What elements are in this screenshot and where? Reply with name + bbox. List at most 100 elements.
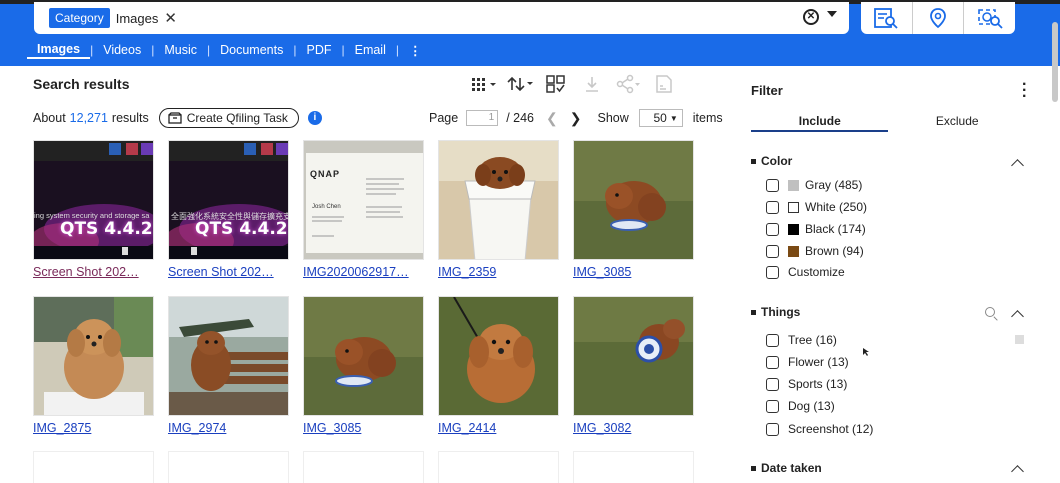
tile-caption[interactable]: Screen Shot 202… xyxy=(33,265,154,279)
remove-chip-icon[interactable]: ✕ xyxy=(164,9,177,27)
checkbox[interactable] xyxy=(766,399,779,413)
checkbox[interactable] xyxy=(766,200,779,214)
location-search-button[interactable] xyxy=(913,2,965,34)
collapse-date-icon[interactable] xyxy=(1011,465,1024,478)
tile-caption[interactable]: IMG_3082 xyxy=(573,421,694,435)
tile-caption[interactable]: IMG_3085 xyxy=(303,421,424,435)
things-option-tree[interactable]: Tree (16) xyxy=(766,332,837,348)
dog-photo-icon xyxy=(169,297,288,415)
things-option-screenshot[interactable]: Screenshot (12) xyxy=(766,421,873,437)
page-label: Page xyxy=(429,111,459,125)
select-button[interactable] xyxy=(538,72,574,96)
tile-caption[interactable]: IMG_2414 xyxy=(438,421,559,435)
tile-caption[interactable]: Screen Shot 202… xyxy=(168,265,289,279)
result-tile[interactable]: IMG_2359 xyxy=(438,140,559,279)
result-tile[interactable]: IMG_3082 xyxy=(573,296,694,435)
next-page-icon[interactable]: ❯ xyxy=(570,110,582,127)
checkbox[interactable] xyxy=(766,333,779,347)
advanced-search-button[interactable] xyxy=(861,2,913,34)
thumbnail[interactable]: QNAP Josh Chen xyxy=(303,140,424,260)
collapse-color-icon[interactable] xyxy=(1011,159,1024,172)
things-option-flower[interactable]: Flower (13) xyxy=(766,354,849,370)
tile-caption[interactable]: IMG_2875 xyxy=(33,421,154,435)
thumbnail[interactable]: QTS 4.4.2 ing system security and storag… xyxy=(33,140,154,260)
result-tile[interactable]: QNAP Josh Chen IMG2020062917… xyxy=(303,140,424,279)
select-all-icon xyxy=(546,75,565,93)
collapse-things-icon[interactable] xyxy=(1011,310,1024,323)
search-bar[interactable]: Category Images ✕ ✕ xyxy=(34,2,849,34)
info-icon[interactable]: i xyxy=(307,111,322,125)
nav-images[interactable]: Images xyxy=(27,42,91,59)
create-qfiling-task-button[interactable]: Create Qfiling Task xyxy=(158,108,299,128)
checkbox[interactable] xyxy=(766,178,779,192)
tile-caption[interactable]: IMG_2359 xyxy=(438,265,559,279)
thumbnail[interactable] xyxy=(573,296,694,416)
thumbnail[interactable] xyxy=(303,296,424,416)
show-label: Show xyxy=(597,111,629,125)
date-section-header[interactable]: Date taken xyxy=(751,461,822,475)
result-tile[interactable]: IMG_2875 xyxy=(33,296,154,435)
search-icon[interactable] xyxy=(985,307,995,317)
checkbox[interactable] xyxy=(766,244,779,258)
thumbnail[interactable] xyxy=(573,140,694,260)
color-option-white[interactable]: White (250) xyxy=(766,199,867,215)
face-search-button[interactable] xyxy=(964,2,1015,34)
nav-documents[interactable]: Documents xyxy=(210,43,293,57)
view-mode-button[interactable] xyxy=(466,72,502,96)
filter-more-icon[interactable]: · · · xyxy=(1022,77,1027,105)
dog-photo-icon xyxy=(439,141,558,259)
share-button[interactable] xyxy=(610,72,646,96)
checkbox[interactable] xyxy=(766,355,779,369)
color-option-brown[interactable]: Brown (94) xyxy=(766,243,864,259)
result-tile[interactable]: IMG_2414 xyxy=(438,296,559,435)
thumb-sub-text: ing system security and storage sa xyxy=(34,211,150,220)
tab-exclude[interactable]: Exclude xyxy=(889,114,1027,134)
thumb-title-text: QTS 4.4.2 xyxy=(60,219,153,239)
results-count: 12,271 xyxy=(69,111,108,125)
sort-button[interactable] xyxy=(502,72,538,96)
nav-videos[interactable]: Videos xyxy=(93,43,151,57)
nav-pdf[interactable]: PDF xyxy=(296,43,341,57)
color-section-header[interactable]: Color xyxy=(751,154,792,168)
tile-caption[interactable]: IMG2020062917… xyxy=(303,265,424,279)
tile-caption[interactable]: IMG_2974 xyxy=(168,421,289,435)
checkbox[interactable] xyxy=(766,265,779,279)
file-station-button[interactable] xyxy=(646,72,682,96)
result-tile[interactable]: IMG_3085 xyxy=(303,296,424,435)
color-option-gray[interactable]: Gray (485) xyxy=(766,177,862,193)
things-section-header[interactable]: Things xyxy=(751,305,800,319)
nav-email[interactable]: Email xyxy=(345,43,396,57)
thumbnail[interactable]: QTS 4.4.2 全面強化系統安全性與儲存擴充支 xyxy=(168,140,289,260)
result-tile[interactable]: QTS 4.4.2 全面強化系統安全性與儲存擴充支 Screen Shot 20… xyxy=(168,140,289,279)
clear-search-icon[interactable]: ✕ xyxy=(803,9,819,25)
thumbnail[interactable] xyxy=(168,296,289,416)
page-size-select[interactable]: 50 ▼ xyxy=(638,109,683,127)
page-number-input[interactable]: 1 xyxy=(466,110,499,126)
thumbnail[interactable] xyxy=(438,296,559,416)
checkbox[interactable] xyxy=(766,422,779,436)
dog-photo-icon xyxy=(574,297,693,415)
search-dropdown-icon[interactable] xyxy=(827,11,837,17)
scroll-thumb[interactable] xyxy=(1015,335,1024,344)
tile-caption[interactable]: IMG_3085 xyxy=(573,265,694,279)
checkbox[interactable] xyxy=(766,222,779,236)
page-scrollbar[interactable] xyxy=(1052,22,1058,102)
color-option-black[interactable]: Black (174) xyxy=(766,221,866,237)
color-option-customize[interactable]: Customize xyxy=(766,264,845,280)
result-tile[interactable]: QTS 4.4.2 ing system security and storag… xyxy=(33,140,154,279)
thumbnail[interactable] xyxy=(33,296,154,416)
nav-music[interactable]: Music xyxy=(154,43,207,57)
checkbox[interactable] xyxy=(766,377,779,391)
result-tile[interactable]: IMG_3085 xyxy=(573,140,694,279)
result-tile[interactable]: IMG_2974 xyxy=(168,296,289,435)
pagination: Page 1 / 246 ❮ ❯ Show 50 ▼ items xyxy=(429,108,723,128)
prev-page-icon[interactable]: ❮ xyxy=(546,110,558,127)
category-chip-label: Category xyxy=(49,8,110,28)
thumbnail[interactable] xyxy=(438,140,559,260)
more-categories-icon[interactable]: ⋮ xyxy=(399,43,432,58)
download-button[interactable] xyxy=(574,72,610,96)
things-option-sports[interactable]: Sports (13) xyxy=(766,376,847,392)
things-option-dog[interactable]: Dog (13) xyxy=(766,398,835,414)
sort-icon xyxy=(507,76,533,92)
card-name-text: Josh Chen xyxy=(312,204,341,210)
